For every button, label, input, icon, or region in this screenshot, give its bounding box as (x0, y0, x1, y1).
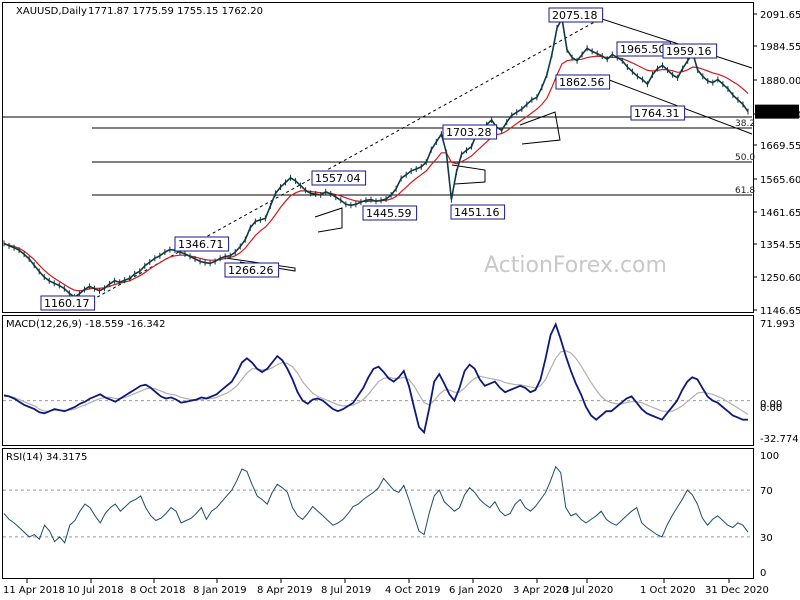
price-annotation: 2075.18 (552, 9, 598, 22)
x-tick-label: 3 Jul 2020 (563, 585, 613, 596)
rsi-y-tick-label: 70 (760, 486, 773, 497)
price-y-tick-label: 1984.55 (760, 42, 800, 53)
price-y-tick-label: 1146.65 (760, 306, 800, 317)
price-annotation: 1764.31 (634, 107, 680, 120)
price-annotation: 1959.16 (666, 45, 712, 58)
price-title: XAUUSD,Daily (16, 6, 87, 17)
price-annotation: 1703.28 (446, 126, 492, 139)
x-tick-label: 8 Jul 2019 (321, 585, 371, 596)
rsi-panel-frame (2, 448, 754, 579)
price-y-tick-label: 1354.55 (760, 240, 800, 251)
flag-pattern-2 (314, 207, 343, 233)
price-y-tick-label: 1880.00 (760, 76, 800, 87)
chart-canvas: ActionForex.com XAUUSD,Daily 1771.87 177… (2, 2, 800, 596)
price-annotation: 1557.04 (315, 172, 361, 185)
price-annotation: 1346.71 (178, 238, 224, 251)
fib-label: 50.0 (735, 153, 755, 163)
x-tick-label: 10 Jul 2018 (67, 585, 124, 596)
fib-label: 61.8 (735, 186, 755, 196)
fib-label: 38.2 (735, 119, 755, 129)
price-annotation: 1451.16 (454, 206, 500, 219)
price-annotation: 1445.59 (366, 207, 412, 220)
price-y-tick-label: 2091.65 (760, 10, 800, 21)
x-tick-label: 6 Jan 2020 (449, 585, 503, 596)
x-tick-label: 8 Oct 2018 (130, 585, 185, 596)
x-tick-label: 4 Oct 2019 (385, 585, 440, 596)
macd-y-tick-label: -32.774 (760, 434, 799, 445)
macd-line (3, 322, 748, 435)
price-ohlc: 1771.87 1775.59 1755.15 1762.20 (88, 6, 263, 17)
macd-panel-frame (2, 315, 754, 446)
rsi-y-tick-label: 30 (760, 533, 773, 544)
x-tick-label: 3 Apr 2020 (513, 585, 568, 596)
x-tick-label: 1 Oct 2020 (640, 585, 695, 596)
x-tick-label: 11 Apr 2018 (3, 585, 65, 596)
macd-y-tick-label: 0.00 (760, 403, 782, 414)
rsi-line (3, 465, 749, 544)
watermark: ActionForex.com (484, 253, 667, 278)
macd-signal-line (4, 350, 749, 415)
x-tick-label: 8 Jan 2019 (193, 585, 247, 596)
price-y-tick-label: 1565.60 (760, 175, 800, 186)
x-tick-label: 31 Dec 2020 (705, 585, 769, 596)
rsi-y-tick-label: 100 (760, 451, 779, 462)
price-annotation: 1862.56 (559, 76, 605, 89)
price-y-tick-label: 1775.10 (760, 110, 800, 121)
rsi-y-tick-label: 0 (760, 568, 766, 579)
price-y-tick-label: 1250.60 (760, 273, 800, 284)
macd-y-tick-label: 71.993 (760, 319, 795, 330)
price-y-tick-label: 1669.55 (760, 141, 800, 152)
price-y-tick-label: 1461.65 (760, 208, 800, 219)
price-annotation: 1160.17 (44, 297, 90, 310)
price-annotation: 1266.26 (228, 264, 274, 277)
rsi-title: RSI(14) 34.3175 (6, 452, 87, 463)
macd-title: MACD(12,26,9) -18.559 -16.342 (6, 319, 166, 330)
x-tick-label: 8 Apr 2019 (257, 585, 312, 596)
price-annotation: 1965.50 (620, 43, 666, 56)
